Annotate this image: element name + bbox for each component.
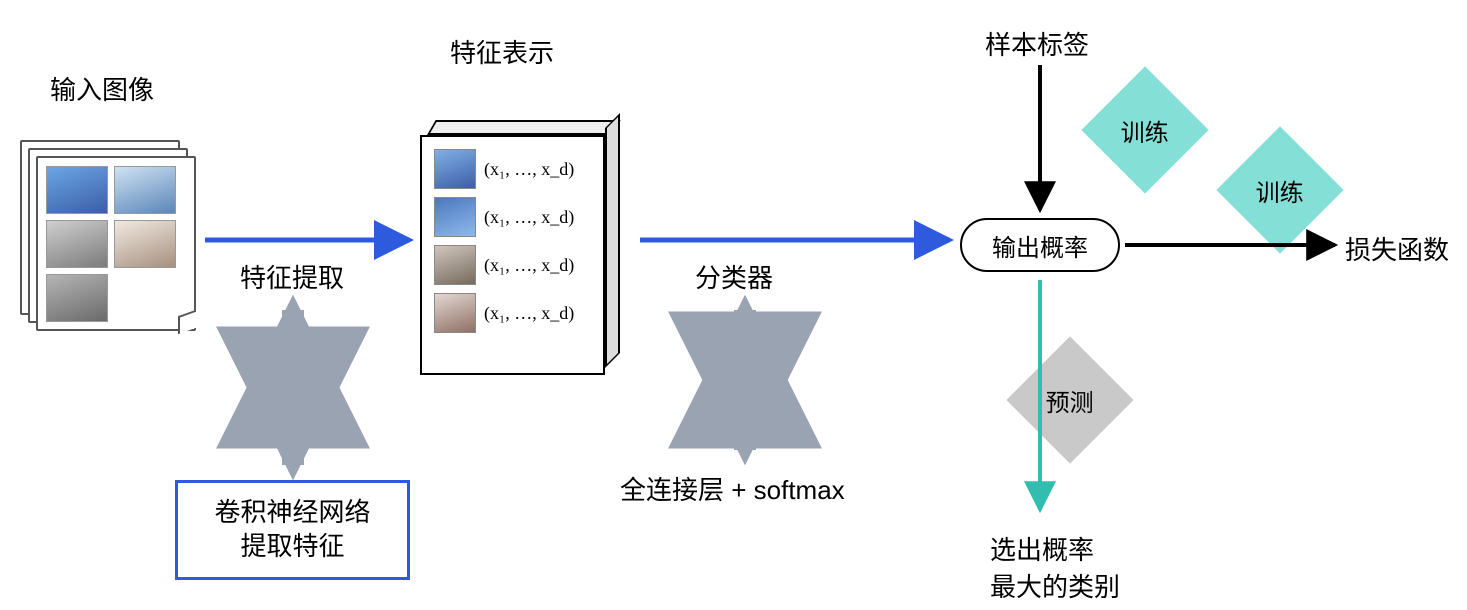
output-probability-node: 输出概率 bbox=[960, 218, 1120, 272]
label-input-images: 输入图像 bbox=[50, 70, 154, 107]
feature-row: (x₁, …, x_d) bbox=[434, 197, 591, 237]
diamond-predict: 预测 bbox=[1006, 336, 1133, 463]
output-probability-text: 输出概率 bbox=[992, 228, 1088, 263]
feature-vector: (x₁, …, x_d) bbox=[484, 303, 574, 324]
diamond-train-1: 训练 bbox=[1081, 66, 1208, 193]
thumb-image bbox=[46, 166, 108, 214]
cnn-box: 卷积神经网络 提取特征 bbox=[175, 480, 410, 580]
thumb-image bbox=[114, 166, 176, 214]
thumb-image bbox=[46, 220, 108, 268]
thumb-image bbox=[434, 149, 476, 189]
diamond-train-2: 训练 bbox=[1216, 126, 1343, 253]
label-feature-extraction: 特征提取 bbox=[240, 258, 344, 295]
feature-row: (x₁, …, x_d) bbox=[434, 293, 591, 333]
feature-row: (x₁, …, x_d) bbox=[434, 149, 591, 189]
label-fc-softmax: 全连接层 + softmax bbox=[620, 470, 845, 507]
label-sample-labels: 样本标签 bbox=[985, 25, 1089, 62]
thumb-image bbox=[434, 293, 476, 333]
thumb-image bbox=[114, 220, 176, 268]
thumb-image bbox=[46, 274, 108, 322]
feature-box: (x₁, …, x_d) (x₁, …, x_d) (x₁, …, x_d) (… bbox=[420, 120, 620, 375]
feature-vector: (x₁, …, x_d) bbox=[484, 255, 574, 276]
feature-vector: (x₁, …, x_d) bbox=[484, 207, 574, 228]
input-image-stack bbox=[20, 140, 190, 330]
feature-vector: (x₁, …, x_d) bbox=[484, 159, 574, 180]
diamond-label: 训练 bbox=[1256, 173, 1304, 208]
feature-row: (x₁, …, x_d) bbox=[434, 245, 591, 285]
thumb-image bbox=[434, 197, 476, 237]
thumb-image bbox=[434, 245, 476, 285]
label-feature-representation: 特征表示 bbox=[450, 33, 554, 70]
cnn-box-text: 卷积神经网络 提取特征 bbox=[214, 496, 370, 564]
diamond-label: 预测 bbox=[1046, 383, 1094, 418]
label-classifier: 分类器 bbox=[695, 258, 773, 295]
diamond-label: 训练 bbox=[1121, 113, 1169, 148]
label-select-max-class: 选出概率 最大的类别 bbox=[990, 530, 1120, 604]
label-loss-fn: 损失函数 bbox=[1345, 230, 1449, 267]
